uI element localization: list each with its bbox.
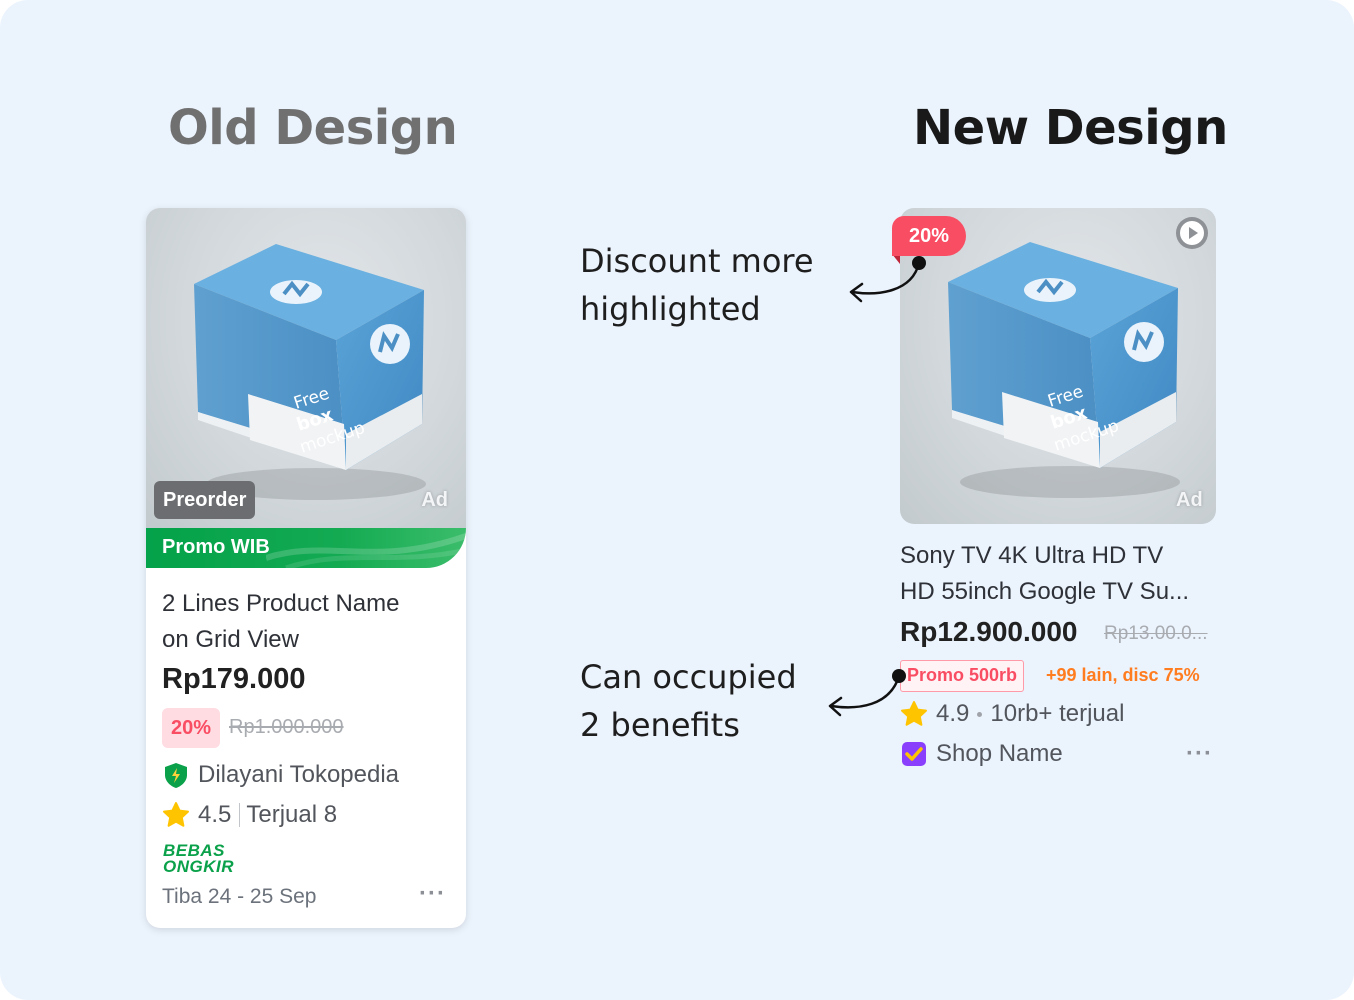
discount-arrow — [849, 256, 926, 303]
benefits-arrow — [828, 669, 906, 717]
annotation-arrows — [828, 256, 926, 717]
comparison-canvas: Old Design New Design Free box mockup Pr… — [0, 0, 1354, 1000]
